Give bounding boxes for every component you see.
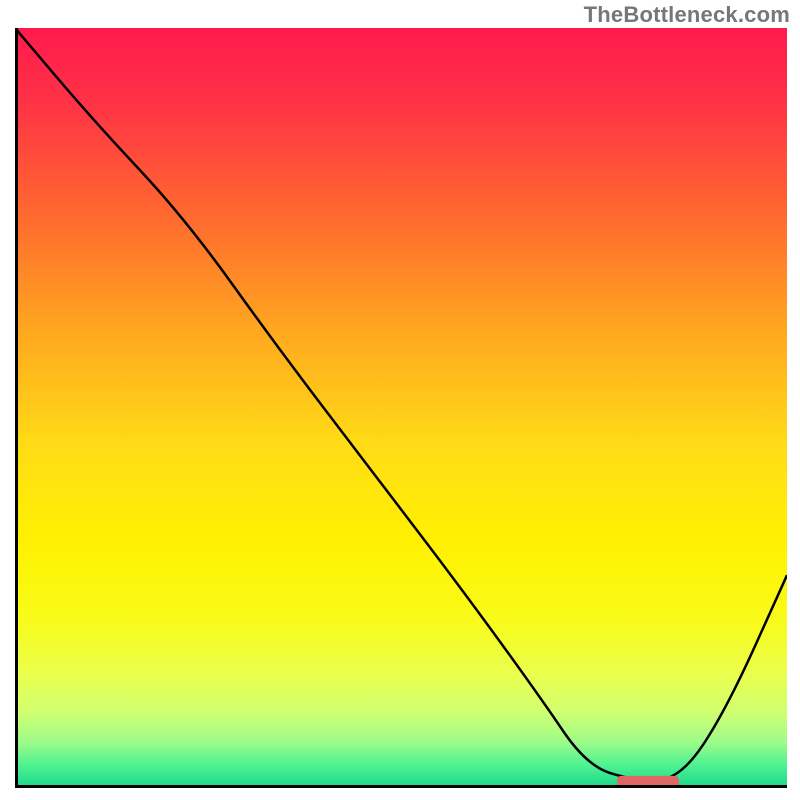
chart-svg xyxy=(15,28,787,788)
chart-container: TheBottleneck.com xyxy=(0,0,800,800)
watermark-text: TheBottleneck.com xyxy=(584,2,790,28)
plot-area xyxy=(15,28,787,788)
axis-left xyxy=(15,28,18,788)
axis-bottom xyxy=(15,785,787,788)
gradient-background xyxy=(15,28,787,788)
